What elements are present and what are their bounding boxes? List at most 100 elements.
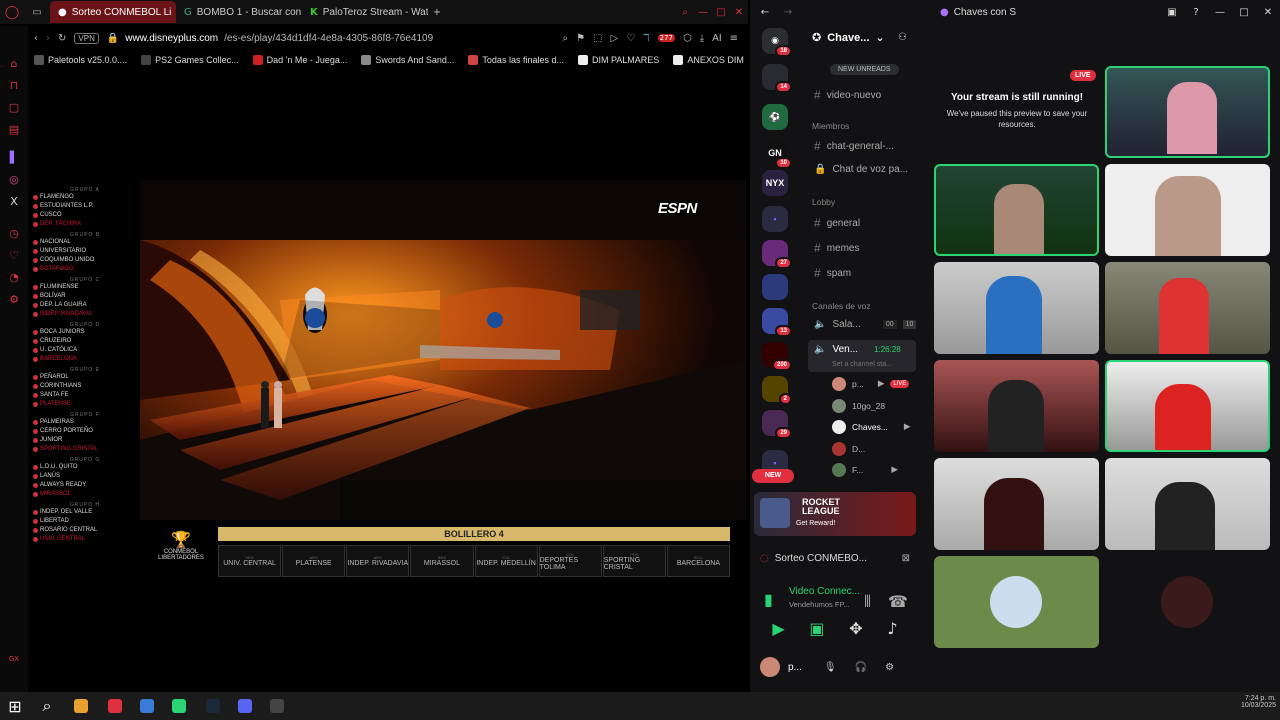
clock[interactable]: 7:24 p. m. 10/03/2025 [1230,695,1276,709]
server-item[interactable]: 14 [762,64,792,93]
server-item[interactable]: 200 [762,342,792,371]
opera-icon[interactable]: ◯ [0,5,24,20]
voice-user[interactable]: 10go_28 [832,399,885,413]
search-icon[interactable]: ⌕ [676,7,694,18]
taskbar-app[interactable] [140,699,154,713]
heart-sidebar-icon[interactable]: ♡ [7,248,21,262]
twitch-icon[interactable]: ▌ [7,150,21,164]
server-item[interactable]: 2 [762,376,792,405]
music-icon[interactable]: ▤ [7,122,21,136]
channel-video-nuevo[interactable]: # video-nuevo [814,88,881,102]
video-tile[interactable] [1105,360,1270,452]
bookmark-item[interactable]: Swords And Sand... [361,55,454,65]
bookmark-icon[interactable]: ⚑ [576,33,585,44]
voice-user[interactable]: F... ▶ [832,463,898,477]
settings-icon[interactable]: ⚙ [7,292,21,306]
zoom-icon[interactable]: ⌕ [562,33,568,44]
screen-share-icon[interactable]: ▣ [809,618,824,638]
heart-icon[interactable]: ♡ [626,33,635,44]
video-tile[interactable] [934,458,1099,550]
x-icon[interactable]: X [7,194,21,208]
soundboard-icon[interactable]: ♪ [887,618,897,638]
server-item[interactable]: 27 [762,240,792,269]
category-voice[interactable]: Canales de voz [812,301,871,311]
instagram-icon[interactable]: ◎ [7,172,21,186]
windows-icon[interactable]: ⊞ [8,697,22,716]
video-tile[interactable] [934,164,1099,256]
add-member-icon[interactable]: ⚇ [898,32,907,43]
channel-status[interactable]: Set a channel sta... [832,361,892,368]
channel-memes[interactable]: # memes [814,241,859,255]
stop-stream-icon[interactable]: ⊠ [902,553,910,564]
close-icon[interactable]: ✕ [730,7,748,18]
new-tab-icon[interactable]: + [428,7,446,18]
taskbar-app[interactable] [270,699,284,713]
video-tile[interactable] [1105,164,1270,256]
chat-icon[interactable]: ▢ [7,100,21,114]
activity-row[interactable]: ◌ Sorteo CONMEBO... ⊠ [760,547,910,569]
taskbar-app[interactable] [206,699,220,713]
avatar-tile[interactable] [1105,556,1270,648]
video-tile[interactable] [934,360,1099,452]
video-tile[interactable] [1105,458,1270,550]
avatar-tile[interactable] [934,556,1099,648]
back-icon[interactable]: ‹ [34,33,38,44]
activities-icon[interactable]: ✥ [849,618,862,638]
video-tile[interactable] [1105,66,1270,158]
headphones-icon[interactable]: 🎧 [855,662,867,673]
vpn-badge[interactable]: VPN [74,32,99,44]
maximize-icon[interactable]: □ [1232,7,1256,18]
minimize-icon[interactable]: — [694,7,712,18]
channel-general[interactable]: # general [814,216,860,230]
close-icon[interactable]: ✕ [1256,7,1280,18]
bookmark-item[interactable]: Todas las finales d... [468,55,564,65]
tab-kick[interactable]: K PaloTeroz Stream - Watch [302,1,428,23]
stream-preview[interactable]: LIVE Your stream is still running! We've… [934,66,1100,158]
server-item[interactable]: 29 [762,410,792,439]
voice-channel-ven[interactable]: 🔈 Ven... 1:26:28 [814,344,901,355]
ai-button[interactable]: AI [712,33,721,44]
tab-sorteo[interactable]: ● Sorteo CONMEBOL Li [50,1,176,23]
video-tile[interactable] [1105,262,1270,354]
taskbar-app[interactable] [238,699,252,713]
bookmark-item[interactable]: PS2 Games Collec... [141,55,239,65]
disconnect-icon[interactable]: ☎ [888,592,908,611]
camera-icon[interactable]: ▶ [772,618,784,638]
server-item[interactable]: GN 10 [762,140,792,169]
noise-icon[interactable]: ⦀ [864,592,871,612]
home-server[interactable]: ◉ 18 [762,28,792,57]
menu-icon[interactable]: ≡ [730,33,748,44]
tab-google[interactable]: GBOMBO 1 - Buscar con Go [176,1,302,23]
voice-user[interactable]: Chaves... ▶ [832,420,910,434]
category-lobby[interactable]: Lobby [812,197,835,207]
inbox-icon[interactable]: ▣ [1160,7,1184,18]
tab-list-icon[interactable]: ▭ [24,7,50,18]
taskbar-app[interactable] [172,699,186,713]
channel-chat-general[interactable]: # chat-general-... [814,139,894,153]
server-item[interactable]: 13 [762,308,792,337]
bookmark-item[interactable]: Paletools v25.0.0.... [34,55,127,65]
taskbar-app[interactable] [108,699,122,713]
bookmark-item[interactable]: Dad 'n Me - Juega... [252,55,347,65]
folder-icon[interactable]: ▪ [762,206,788,232]
help-icon[interactable]: ? [1184,7,1208,18]
home-icon[interactable]: ⌂ [7,56,21,70]
ext-badge-icon[interactable]: 277 [657,34,675,42]
video-tile[interactable] [934,262,1099,354]
rocket-league-promo[interactable]: ROCKET LEAGUE Get Reward! [754,492,916,536]
translate-icon[interactable]: ℸ [643,33,649,44]
forward-icon[interactable]: › [46,33,50,44]
avatar[interactable] [760,657,780,677]
mic-icon[interactable]: 🎙 [824,662,837,673]
server-item[interactable]: ⚽ [762,104,788,130]
search-icon[interactable]: ⌕ [40,696,54,715]
maximize-icon[interactable]: □ [712,7,730,18]
server-name[interactable]: ✪ Chave... ⌄ [812,31,885,44]
new-unreads-badge[interactable]: NEW UNREADS [830,64,899,75]
history-icon[interactable]: ◷ [7,226,21,240]
server-item[interactable] [762,274,788,300]
category-miembros[interactable]: Miembros [812,121,849,131]
download-icon[interactable]: ⤓ [700,33,704,44]
screenshot-icon[interactable]: ⬚ [593,33,602,44]
forward-icon[interactable]: → [780,7,796,18]
